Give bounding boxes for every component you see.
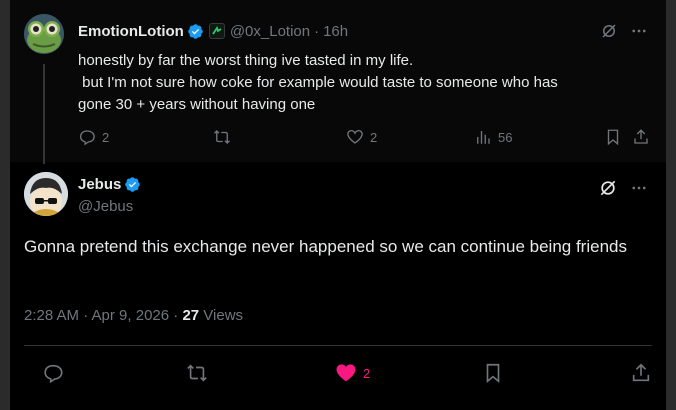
divider	[24, 345, 652, 346]
bookmark-icon	[486, 363, 500, 384]
avatar[interactable]	[24, 14, 64, 54]
views-label: Views	[199, 307, 244, 324]
bookmark-button[interactable]	[604, 128, 622, 146]
tweet-action-bar: 2	[24, 360, 652, 388]
like-button[interactable]: 2	[335, 362, 370, 384]
parent-tweet[interactable]: EmotionLotion @0x_Lotion · 16h honestly …	[10, 0, 666, 164]
reply-button[interactable]: 2	[78, 128, 109, 146]
author-name[interactable]: Jebus	[78, 176, 121, 193]
view-count: 27	[182, 307, 200, 324]
repost-icon	[214, 130, 230, 144]
separator-dot: ·	[314, 22, 320, 40]
author-name[interactable]: EmotionLotion	[78, 23, 184, 40]
tweet-action-bar: 2 2 56	[78, 128, 650, 150]
heart-filled-icon	[336, 364, 356, 382]
conversation-column: EmotionLotion @0x_Lotion · 16h honestly …	[10, 0, 666, 410]
author-handle[interactable]: @Jebus	[78, 198, 133, 215]
tweet-header: Jebus	[78, 176, 141, 193]
share-icon	[634, 129, 648, 144]
share-icon	[632, 363, 650, 382]
tweet-timestamp[interactable]: 2:28 AM · Apr 9, 2026 ·	[24, 307, 182, 324]
window-frame-right	[666, 0, 676, 410]
thread-connector-line	[43, 64, 45, 164]
affiliate-badge-icon[interactable]	[208, 23, 225, 39]
grok-icon[interactable]	[600, 22, 618, 40]
window-frame-left	[0, 0, 10, 410]
reply-icon	[79, 130, 95, 146]
tweet-top-actions	[598, 178, 648, 198]
more-options-icon[interactable]	[630, 179, 648, 197]
tweet-text-line: honestly by far the worst thing ive tast…	[78, 52, 414, 69]
tweet-metadata: 2:28 AM · Apr 9, 2026 · 27 Views	[24, 307, 243, 324]
grok-icon[interactable]	[598, 178, 618, 198]
bookmark-icon	[607, 129, 619, 146]
verified-badge-icon	[188, 23, 203, 39]
views-button[interactable]: 56	[474, 128, 512, 146]
repost-button[interactable]	[186, 362, 208, 384]
author-handle[interactable]: @0x_Lotion	[230, 23, 310, 40]
heart-icon	[347, 129, 363, 144]
bookmark-button[interactable]	[482, 362, 504, 384]
tweet-text: honestly by far the worst thing ive tast…	[78, 50, 648, 116]
reply-button[interactable]	[42, 362, 64, 384]
like-count: 2	[363, 365, 371, 381]
avatar[interactable]	[24, 172, 68, 216]
reply-icon	[44, 364, 63, 384]
more-options-icon[interactable]	[630, 22, 648, 40]
tweet-text-line: gone 30 + years without having one	[78, 96, 316, 113]
tweet-header: EmotionLotion @0x_Lotion · 16h	[78, 21, 348, 41]
reply-count: 2	[102, 129, 110, 145]
analytics-icon	[477, 131, 490, 144]
repost-icon	[187, 364, 207, 382]
share-button[interactable]	[632, 128, 650, 146]
tweet-text-line: but I'm not sure how coke for example wo…	[78, 74, 558, 91]
tweet-top-actions	[600, 22, 648, 40]
views-count: 56	[498, 129, 513, 145]
tweet-time[interactable]: 16h	[323, 23, 348, 40]
like-button[interactable]: 2	[346, 128, 377, 146]
verified-badge-icon	[125, 177, 141, 192]
repost-button[interactable]	[213, 128, 231, 146]
share-button[interactable]	[630, 362, 652, 384]
like-count: 2	[370, 129, 378, 145]
tweet-text: Gonna pretend this exchange never happen…	[24, 237, 627, 256]
